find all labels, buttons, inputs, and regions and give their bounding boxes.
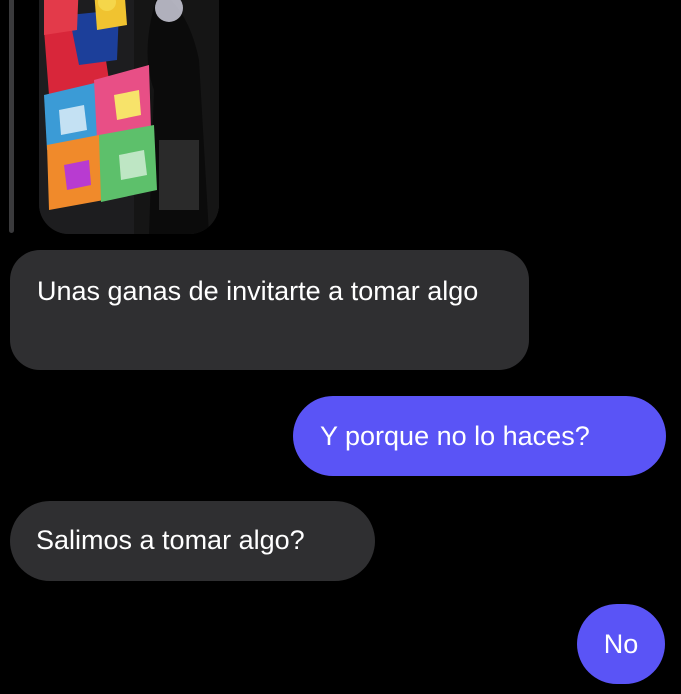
message-text: Y porque no lo haces?	[320, 421, 590, 451]
shared-photo[interactable]	[39, 0, 219, 234]
message-bubble-incoming[interactable]: Unas ganas de invitarte a tomar algo	[10, 250, 529, 370]
message-text: Salimos a tomar algo?	[36, 525, 305, 555]
message-bubble-outgoing[interactable]: Y porque no lo haces?	[293, 396, 666, 476]
reply-quote-bar	[9, 0, 14, 233]
shared-photo-image	[39, 0, 219, 234]
message-text: Unas ganas de invitarte a tomar algo	[37, 276, 479, 306]
message-bubble-incoming[interactable]: Salimos a tomar algo?	[10, 501, 375, 581]
message-bubble-outgoing[interactable]: No	[577, 604, 665, 684]
message-text: No	[603, 629, 639, 659]
